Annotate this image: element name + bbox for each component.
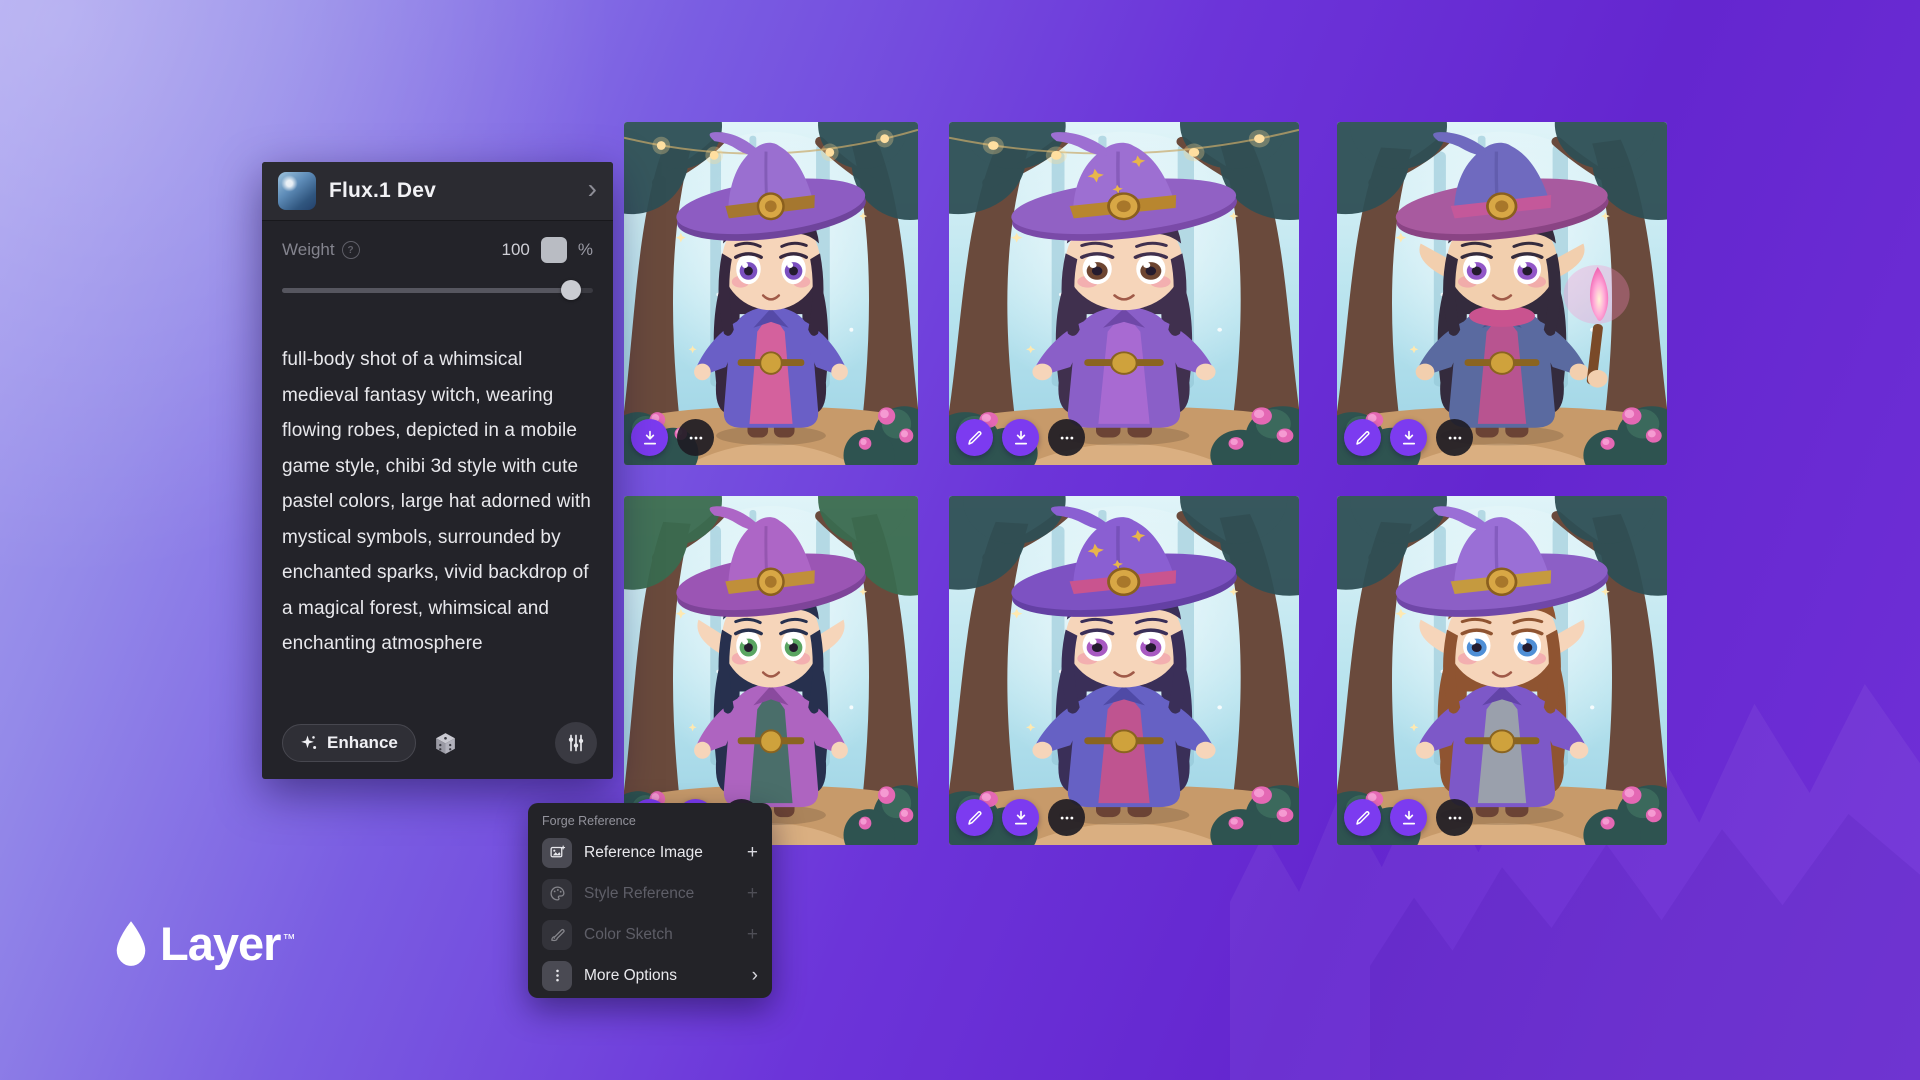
slider-knob[interactable] bbox=[561, 280, 581, 300]
download-icon bbox=[1400, 429, 1418, 447]
image-action-bar bbox=[956, 799, 1085, 836]
generated-image-1[interactable] bbox=[624, 122, 918, 465]
generated-witch-art bbox=[949, 496, 1299, 845]
edit-button[interactable] bbox=[1344, 799, 1381, 836]
forge-reference-menu: Forge Reference Reference Image + S bbox=[528, 803, 772, 998]
more-button[interactable] bbox=[1048, 419, 1085, 456]
model-name: Flux.1 Dev bbox=[329, 179, 436, 203]
more-icon bbox=[1058, 429, 1076, 447]
more-icon bbox=[1446, 429, 1464, 447]
style-reference-icon bbox=[542, 879, 572, 909]
panel-footer: Enhance bbox=[282, 722, 597, 764]
layer-logo: Layer™ bbox=[112, 916, 294, 971]
app-canvas: Flux.1 Dev › Weight ? 100 % full-body sh… bbox=[0, 0, 1920, 1080]
more-icon bbox=[687, 429, 705, 447]
menu-item-label: Reference Image bbox=[584, 844, 703, 862]
add-icon[interactable]: + bbox=[747, 884, 758, 903]
sparkle-icon bbox=[300, 734, 318, 752]
color-sketch-icon bbox=[542, 920, 572, 950]
edit-icon bbox=[966, 429, 984, 447]
dice-icon bbox=[433, 731, 458, 756]
generated-image-3[interactable] bbox=[1337, 122, 1667, 465]
weight-value[interactable]: 100 bbox=[502, 240, 530, 260]
model-selector[interactable]: Flux.1 Dev › bbox=[262, 162, 613, 221]
download-icon bbox=[1012, 429, 1030, 447]
download-button[interactable] bbox=[1002, 799, 1039, 836]
weight-input-box[interactable] bbox=[541, 237, 567, 263]
download-button[interactable] bbox=[1390, 799, 1427, 836]
chevron-right-icon: › bbox=[752, 966, 758, 985]
more-button[interactable] bbox=[1048, 799, 1085, 836]
trademark-symbol: ™ bbox=[282, 931, 294, 946]
more-icon bbox=[1446, 809, 1464, 827]
enhance-button[interactable]: Enhance bbox=[282, 724, 416, 762]
edit-icon bbox=[1354, 809, 1372, 827]
menu-item-label: Style Reference bbox=[584, 885, 694, 903]
logo-name: Layer bbox=[160, 917, 280, 970]
add-icon[interactable]: + bbox=[747, 843, 758, 862]
generated-witch-art bbox=[624, 496, 918, 845]
more-icon bbox=[1058, 809, 1076, 827]
enhance-label: Enhance bbox=[327, 733, 398, 753]
edit-button[interactable] bbox=[1344, 419, 1381, 456]
more-options-icon bbox=[542, 961, 572, 991]
generated-image-4[interactable] bbox=[624, 496, 918, 845]
download-icon bbox=[1012, 809, 1030, 827]
chevron-right-icon: › bbox=[588, 175, 597, 203]
edit-icon bbox=[1354, 429, 1372, 447]
weight-label-text: Weight bbox=[282, 240, 335, 260]
help-icon[interactable]: ? bbox=[342, 241, 360, 259]
weight-controls: 100 % bbox=[502, 237, 594, 263]
generated-witch-art bbox=[624, 122, 918, 465]
generated-image-2[interactable] bbox=[949, 122, 1299, 465]
prompt-text[interactable]: full-body shot of a whimsical medieval f… bbox=[282, 342, 596, 662]
logo-wordmark: Layer™ bbox=[160, 916, 294, 971]
forge-menu-title: Forge Reference bbox=[542, 814, 758, 828]
droplet-icon bbox=[112, 918, 150, 970]
random-seed-dice-button[interactable] bbox=[431, 729, 460, 758]
reference-image-icon bbox=[542, 838, 572, 868]
image-action-bar bbox=[1344, 419, 1473, 456]
weight-row: Weight ? 100 % bbox=[282, 237, 593, 263]
menu-item-label: More Options bbox=[584, 967, 677, 985]
generated-image-5[interactable] bbox=[949, 496, 1299, 845]
menu-item-reference-image[interactable]: Reference Image + bbox=[542, 832, 758, 873]
download-button[interactable] bbox=[1390, 419, 1427, 456]
weight-unit: % bbox=[578, 240, 593, 260]
menu-item-more-options[interactable]: More Options › bbox=[542, 955, 758, 996]
model-thumbnail bbox=[278, 172, 316, 210]
add-icon[interactable]: + bbox=[747, 925, 758, 944]
menu-item-color-sketch[interactable]: Color Sketch + bbox=[542, 914, 758, 955]
edit-button[interactable] bbox=[956, 419, 993, 456]
more-button[interactable] bbox=[1436, 799, 1473, 836]
generated-witch-art bbox=[1337, 496, 1667, 845]
advanced-settings-button[interactable] bbox=[555, 722, 597, 764]
image-action-bar bbox=[631, 419, 714, 456]
edit-icon bbox=[966, 809, 984, 827]
menu-item-style-reference[interactable]: Style Reference + bbox=[542, 873, 758, 914]
model-panel: Flux.1 Dev › Weight ? 100 % full-body sh… bbox=[262, 162, 613, 779]
weight-slider[interactable] bbox=[282, 280, 593, 300]
generated-image-6[interactable] bbox=[1337, 496, 1667, 845]
download-button[interactable] bbox=[631, 419, 668, 456]
edit-button[interactable] bbox=[956, 799, 993, 836]
slider-fill bbox=[282, 288, 571, 293]
menu-item-label: Color Sketch bbox=[584, 926, 673, 944]
image-action-bar bbox=[956, 419, 1085, 456]
equalizer-icon bbox=[566, 733, 586, 753]
weight-label: Weight ? bbox=[282, 240, 360, 260]
generated-witch-art bbox=[949, 122, 1299, 465]
download-icon bbox=[1400, 809, 1418, 827]
download-icon bbox=[641, 429, 659, 447]
more-button[interactable] bbox=[677, 419, 714, 456]
image-action-bar bbox=[1344, 799, 1473, 836]
generated-witch-art bbox=[1337, 122, 1667, 465]
download-button[interactable] bbox=[1002, 419, 1039, 456]
more-button[interactable] bbox=[1436, 419, 1473, 456]
